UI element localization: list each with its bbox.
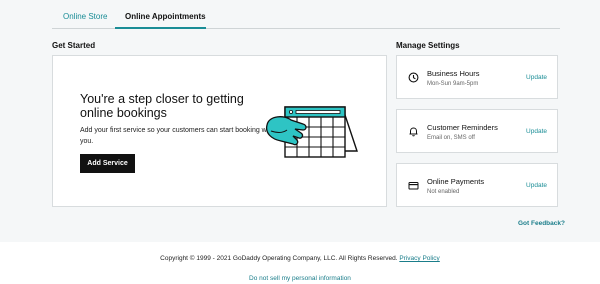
update-customer-reminders-link[interactable]: Update — [526, 128, 547, 135]
do-not-sell-link[interactable]: Do not sell my personal information — [0, 275, 600, 282]
calendar-hand-illustration — [265, 106, 358, 158]
tab-bar: Online Store Online Appointments — [52, 6, 560, 29]
copyright-line: Copyright © 1999 - 2021 GoDaddy Operatin… — [0, 255, 600, 262]
settings-title: Business Hours — [427, 69, 480, 78]
settings-title: Online Payments — [427, 177, 485, 186]
settings-subtitle: Not enabled — [427, 189, 460, 195]
settings-card-business-hours: Business Hours Mon-Sun 9am-5pm Update — [396, 55, 558, 99]
tab-online-appointments[interactable]: Online Appointments — [125, 12, 206, 21]
settings-subtitle: Mon-Sun 9am-5pm — [427, 81, 479, 87]
settings-card-online-payments: Online Payments Not enabled Update — [396, 163, 558, 207]
update-online-payments-link[interactable]: Update — [526, 182, 547, 189]
credit-card-icon — [408, 182, 419, 190]
manage-settings-heading: Manage Settings — [396, 41, 460, 50]
active-tab-indicator — [115, 27, 206, 29]
settings-card-customer-reminders: Customer Reminders Email on, SMS off Upd… — [396, 109, 558, 153]
tab-online-store[interactable]: Online Store — [63, 12, 107, 21]
copyright-text: Copyright © 1999 - 2021 GoDaddy Operatin… — [160, 255, 398, 262]
get-started-heading: Get Started — [52, 41, 96, 50]
hero-description: Add your first service so your customers… — [80, 127, 275, 145]
clock-icon — [408, 72, 419, 83]
bell-icon — [409, 127, 418, 137]
add-service-button[interactable]: Add Service — [80, 154, 135, 173]
settings-title: Customer Reminders — [427, 123, 498, 132]
get-started-card: You're a step closer to getting online b… — [52, 55, 387, 207]
privacy-policy-link[interactable]: Privacy Policy — [399, 255, 439, 262]
footer: Copyright © 1999 - 2021 GoDaddy Operatin… — [0, 242, 600, 284]
feedback-link[interactable]: Got Feedback? — [518, 220, 565, 227]
update-business-hours-link[interactable]: Update — [526, 74, 547, 81]
hero-title: You're a step closer to getting online b… — [80, 92, 244, 120]
settings-subtitle: Email on, SMS off — [427, 135, 475, 141]
